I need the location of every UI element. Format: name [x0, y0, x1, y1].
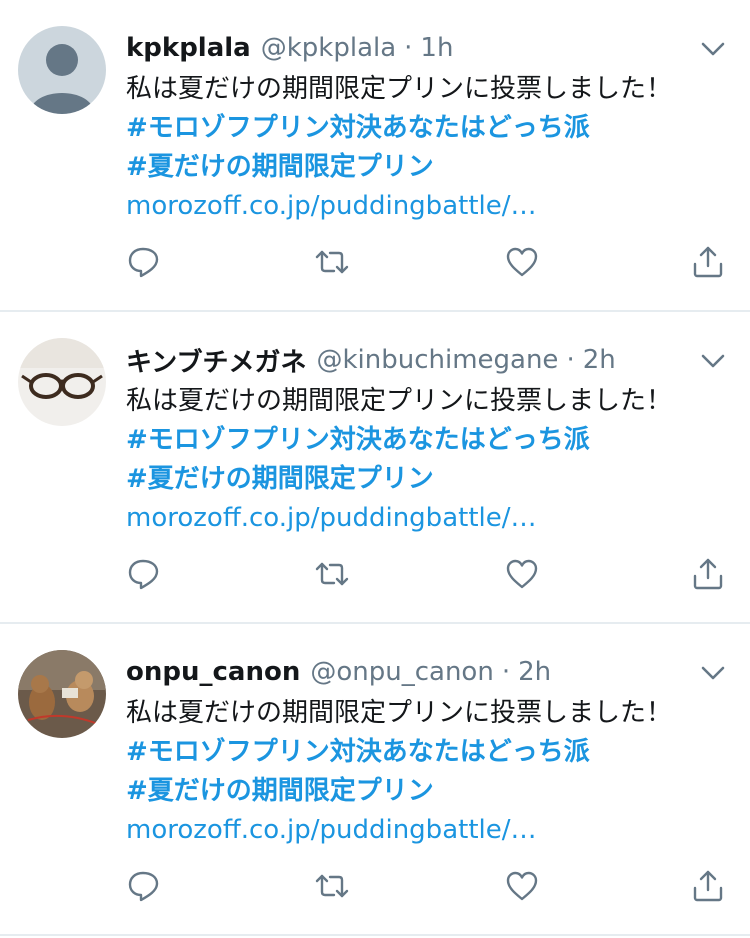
reply-icon [128, 559, 159, 590]
tweet[interactable]: キンブチメガネ @kinbuchimegane · 2h 私は夏だけの期間限定プ… [0, 312, 750, 624]
tweet-text: 私は夏だけの期間限定プリンに投票しました！ #モロゾフプリン対決あなたはどっち派… [126, 694, 730, 850]
display-name[interactable]: キンブチメガネ [126, 342, 306, 379]
more-options-button[interactable] [696, 656, 730, 690]
share-button[interactable] [690, 244, 730, 284]
retweet-icon [315, 250, 349, 274]
hashtag-link[interactable]: #夏だけの期間限定プリン [126, 772, 730, 811]
tweet[interactable]: onpu_canon @onpu_canon · 2h 私は夏だけの期間限定プリ… [0, 624, 750, 936]
hashtag-link[interactable]: #モロゾフプリン対決あなたはどっち派 [126, 109, 730, 148]
tweet-header: onpu_canon @onpu_canon · 2h [126, 652, 690, 692]
chevron-down-icon [701, 354, 725, 368]
tweet-text: 私は夏だけの期間限定プリンに投票しました！ #モロゾフプリン対決あなたはどっち派… [126, 70, 730, 226]
like-button[interactable] [504, 868, 544, 908]
retweet-icon [315, 874, 349, 898]
retweet-button[interactable] [314, 244, 354, 284]
url-link[interactable]: morozoff.co.jp/puddingbattle/… [126, 187, 730, 226]
like-button[interactable] [504, 556, 544, 596]
reply-button[interactable] [126, 868, 166, 908]
avatar[interactable] [18, 650, 106, 738]
separator-dot: · [566, 345, 575, 375]
hashtag-link[interactable]: #モロゾフプリン対決あなたはどっち派 [126, 733, 730, 772]
tweet[interactable]: kpkplala @kpkplala · 1h 私は夏だけの期間限定プリンに投票… [0, 0, 750, 312]
share-icon [693, 558, 723, 590]
share-button[interactable] [690, 556, 730, 596]
tweet-actions [126, 556, 730, 596]
reply-icon [128, 247, 159, 278]
glasses-photo-icon [18, 338, 106, 426]
timestamp[interactable]: 2h [583, 345, 616, 375]
avatar[interactable] [18, 338, 106, 426]
separator-dot: · [404, 33, 413, 63]
username-handle[interactable]: @kpkplala [261, 33, 396, 63]
hashtag-link[interactable]: #夏だけの期間限定プリン [126, 460, 730, 499]
display-name[interactable]: onpu_canon [126, 657, 300, 687]
avatar[interactable] [18, 26, 106, 114]
heart-icon [506, 247, 538, 277]
reply-icon [128, 871, 159, 902]
share-icon [693, 246, 723, 278]
retweet-button[interactable] [314, 868, 354, 908]
tweet-actions [126, 868, 730, 908]
hashtag-link[interactable]: #モロゾフプリン対決あなたはどっち派 [126, 421, 730, 460]
retweet-button[interactable] [314, 556, 354, 596]
tweet-text-line: 私は夏だけの期間限定プリンに投票しました！ [126, 386, 673, 416]
display-name[interactable]: kpkplala [126, 33, 251, 63]
tweet-text: 私は夏だけの期間限定プリンに投票しました！ #モロゾフプリン対決あなたはどっち派… [126, 382, 730, 538]
heart-icon [506, 871, 538, 901]
tweet-text-line: 私は夏だけの期間限定プリンに投票しました！ [126, 74, 673, 104]
reply-button[interactable] [126, 556, 166, 596]
heart-icon [506, 559, 538, 589]
tweet-text-line: 私は夏だけの期間限定プリンに投票しました！ [126, 698, 673, 728]
tweet-actions [126, 244, 730, 284]
hashtag-link[interactable]: #夏だけの期間限定プリン [126, 148, 730, 187]
retweet-icon [315, 562, 349, 586]
timestamp[interactable]: 1h [420, 33, 453, 63]
share-button[interactable] [690, 868, 730, 908]
like-button[interactable] [504, 244, 544, 284]
url-link[interactable]: morozoff.co.jp/puddingbattle/… [126, 499, 730, 538]
more-options-button[interactable] [696, 344, 730, 378]
share-icon [693, 870, 723, 902]
url-link[interactable]: morozoff.co.jp/puddingbattle/… [126, 811, 730, 850]
username-handle[interactable]: @onpu_canon [310, 657, 493, 687]
default-avatar-icon [18, 26, 106, 114]
more-options-button[interactable] [696, 32, 730, 66]
username-handle[interactable]: @kinbuchimegane [316, 345, 558, 375]
separator-dot: · [501, 657, 511, 687]
tweet-header: キンブチメガネ @kinbuchimegane · 2h [126, 340, 690, 380]
reply-button[interactable] [126, 244, 166, 284]
dog-toy-photo-icon [18, 650, 106, 738]
tweet-header: kpkplala @kpkplala · 1h [126, 28, 690, 68]
chevron-down-icon [701, 42, 725, 56]
timestamp[interactable]: 2h [518, 657, 551, 687]
chevron-down-icon [701, 666, 725, 680]
